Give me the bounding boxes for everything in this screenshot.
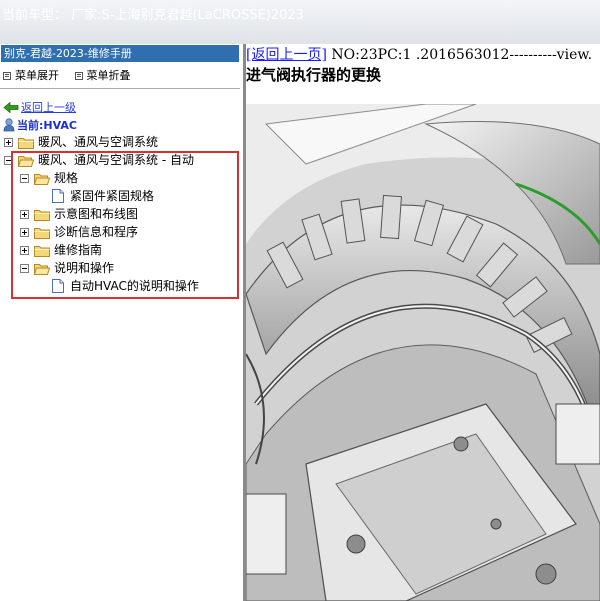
back-level-row: 返回上一级 xyxy=(3,99,76,115)
hvac-blower-assembly-illustration xyxy=(246,104,600,601)
collapse-menu-label: 菜单折叠 xyxy=(86,69,131,82)
back-arrow-icon[interactable] xyxy=(3,102,19,113)
collapse-menu-button[interactable]: 菜单折叠 xyxy=(74,69,131,82)
back-level-link[interactable]: 返回上一级 xyxy=(21,101,76,114)
tree-item-folder[interactable]: 暖风、通风与空调系统 xyxy=(0,133,240,151)
highlight-box xyxy=(11,151,239,299)
menu-icon xyxy=(3,72,11,80)
divider xyxy=(0,88,240,89)
expand-menu-button[interactable]: 菜单展开 xyxy=(3,69,59,82)
panel-title: 别克-君越-2023-维修手册 xyxy=(1,45,239,62)
sidebar: 别克-君越-2023-维修手册 菜单展开 菜单折叠 返回上一级 当前:HVAC … xyxy=(0,44,244,601)
title-bar: 当前车型： 厂家:S-上海别克君越(LaCROSSE)2023 xyxy=(0,0,600,45)
expand-menu-label: 菜单展开 xyxy=(15,69,59,82)
vehicle-model-title: 当前车型： 厂家:S-上海别克君越(LaCROSSE)2023 xyxy=(2,8,304,23)
folder-icon xyxy=(18,136,34,149)
content-pane: [返回上一页] NO:23PC:1 .2016563012----------v… xyxy=(246,44,600,601)
current-label: 当前:HVAC xyxy=(17,119,77,132)
menu-toolbar: 菜单展开 菜单折叠 xyxy=(3,67,143,83)
content-nav: [返回上一页] NO:23PC:1 .2016563012----------v… xyxy=(246,44,592,64)
tree-item-label: 暖风、通风与空调系统 xyxy=(38,135,159,149)
page-title: 进气阀执行器的更换 xyxy=(246,66,382,84)
menu-icon xyxy=(74,72,83,80)
doc-reference: NO:23PC:1 .2016563012----------view. xyxy=(331,47,593,63)
expand-toggle-icon[interactable] xyxy=(4,138,13,147)
user-icon xyxy=(3,118,15,132)
current-location: 当前:HVAC xyxy=(3,117,77,133)
back-page-link[interactable]: [返回上一页] xyxy=(246,47,327,63)
